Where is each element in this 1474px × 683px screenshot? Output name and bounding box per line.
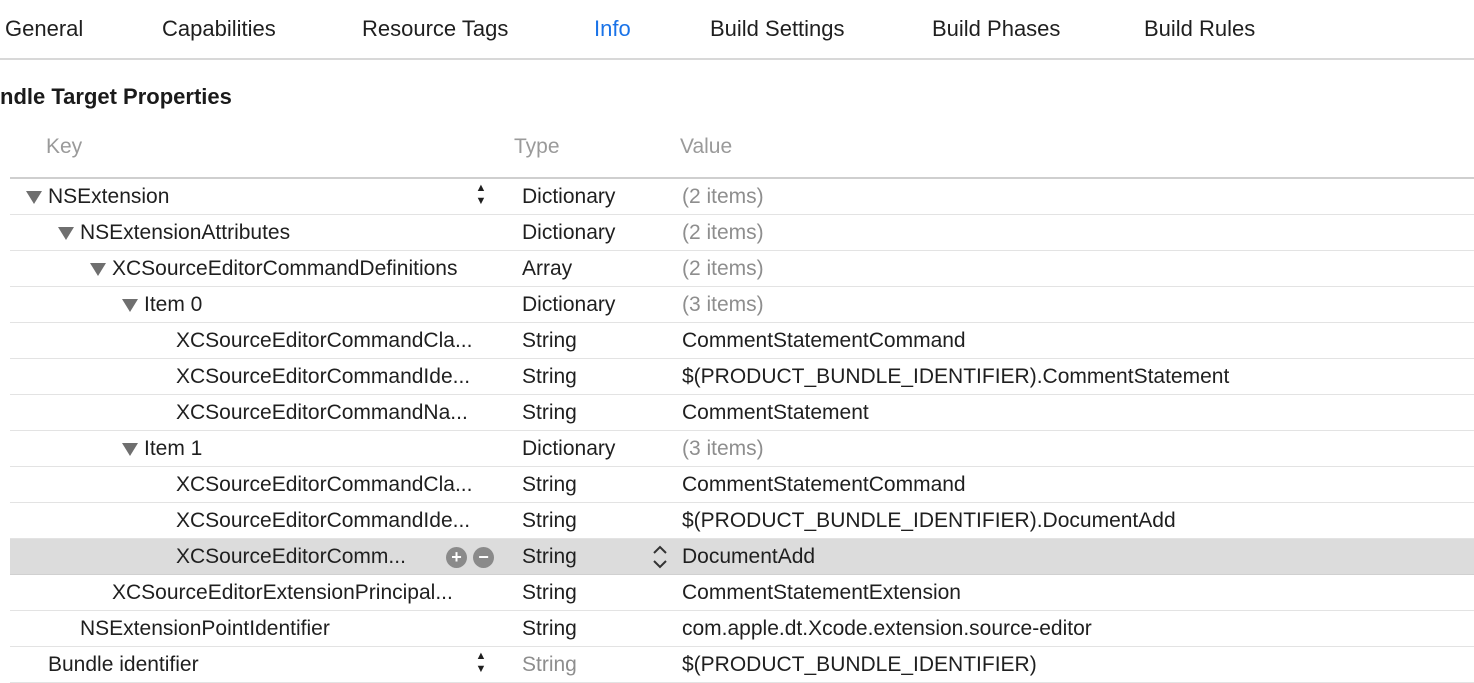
info-editor: General Capabilities Resource Tags Info … [0, 0, 1474, 683]
row-key: XCSourceEditorExtensionPrincipal... [112, 581, 453, 604]
row-value[interactable]: $(PRODUCT_BUNDLE_IDENTIFIER) [682, 647, 1462, 682]
tab-resource-tags[interactable]: Resource Tags [362, 14, 508, 44]
row-key: XCSourceEditorCommandIde... [176, 365, 471, 388]
table-row[interactable]: Item 0 Dictionary (3 items) [10, 287, 1474, 323]
table-row-selected[interactable]: XCSourceEditorComm... + − String Documen… [10, 539, 1474, 575]
row-value[interactable]: CommentStatementCommand [682, 323, 1462, 358]
column-header-key[interactable]: Key [46, 132, 82, 162]
table-row[interactable]: NSExtension ▲ ▼ Dictionary (2 items) [10, 179, 1474, 215]
row-key: XCSourceEditorCommandIde... [176, 509, 471, 532]
row-key: XCSourceEditorCommandCla... [176, 473, 473, 496]
remove-icon[interactable]: − [473, 547, 494, 568]
disclosure-triangle-icon[interactable] [58, 227, 74, 240]
row-value[interactable]: DocumentAdd [682, 539, 1462, 574]
table-row[interactable]: XCSourceEditorCommandIde... String $(PRO… [10, 359, 1474, 395]
disclosure-triangle-icon[interactable] [90, 263, 106, 276]
table-row[interactable]: XCSourceEditorCommandNa... String Commen… [10, 395, 1474, 431]
row-type[interactable]: Dictionary [522, 179, 662, 214]
row-key: NSExtension [48, 185, 170, 208]
disclosure-triangle-icon[interactable] [26, 191, 42, 204]
row-value: (2 items) [682, 257, 764, 280]
table-row[interactable]: XCSourceEditorCommandIde... String $(PRO… [10, 503, 1474, 539]
table-row[interactable]: XCSourceEditorCommandCla... String Comme… [10, 467, 1474, 503]
row-key: XCSourceEditorCommandDefinitions [112, 257, 458, 280]
row-key: Bundle identifier [48, 653, 199, 676]
row-key: XCSourceEditorCommandNa... [176, 401, 468, 424]
sort-stepper-icon[interactable]: ▲ ▼ [474, 182, 488, 212]
row-type: String [522, 653, 577, 676]
editor-tab-bar: General Capabilities Resource Tags Info … [0, 0, 1474, 60]
table-row[interactable]: NSExtensionAttributes Dictionary (2 item… [10, 215, 1474, 251]
row-key[interactable]: XCSourceEditorComm... [176, 539, 446, 574]
column-header-value[interactable]: Value [680, 132, 732, 162]
row-value[interactable]: $(PRODUCT_BUNDLE_IDENTIFIER).CommentStat… [682, 359, 1462, 394]
table-row[interactable]: Bundle identifier ▲ ▼ String $(PRODUCT_BU… [10, 647, 1474, 683]
row-key: Item 1 [144, 437, 203, 460]
property-list: NSExtension ▲ ▼ Dictionary (2 items) NSEx… [10, 179, 1474, 683]
row-type[interactable]: String [522, 395, 662, 430]
disclosure-triangle-icon[interactable] [122, 299, 138, 312]
row-value[interactable]: com.apple.dt.Xcode.extension.source-edit… [682, 611, 1462, 646]
row-type[interactable]: Array [522, 251, 662, 286]
row-type[interactable]: String [522, 503, 662, 538]
row-key: XCSourceEditorCommandCla... [176, 329, 473, 352]
tab-general[interactable]: General [5, 14, 83, 44]
table-row[interactable]: XCSourceEditorExtensionPrincipal... Stri… [10, 575, 1474, 611]
row-type[interactable]: Dictionary [522, 431, 662, 466]
chevron-up-down-icon[interactable] [650, 541, 670, 573]
section-title: ndle Target Properties [0, 84, 232, 109]
row-key: NSExtensionAttributes [80, 221, 291, 244]
row-value: (2 items) [682, 185, 764, 208]
row-value: (2 items) [682, 221, 764, 244]
tab-info[interactable]: Info [594, 14, 631, 44]
row-value: (3 items) [682, 293, 764, 316]
row-value: (3 items) [682, 437, 764, 460]
row-value[interactable]: CommentStatementExtension [682, 575, 1462, 610]
column-header-type[interactable]: Type [514, 132, 560, 162]
tab-capabilities[interactable]: Capabilities [162, 14, 276, 44]
row-key: NSExtensionPointIdentifier [80, 617, 330, 640]
row-value[interactable]: $(PRODUCT_BUNDLE_IDENTIFIER).DocumentAdd [682, 503, 1462, 538]
row-type[interactable]: String [522, 539, 662, 574]
tab-build-phases[interactable]: Build Phases [932, 14, 1060, 44]
table-row[interactable]: XCSourceEditorCommandDefinitions Array (… [10, 251, 1474, 287]
row-type[interactable]: String [522, 611, 662, 646]
row-type[interactable]: Dictionary [522, 287, 662, 322]
row-type[interactable]: String [522, 323, 662, 358]
row-type[interactable]: String [522, 467, 662, 502]
disclosure-triangle-icon[interactable] [122, 443, 138, 456]
tab-build-rules[interactable]: Build Rules [1144, 14, 1255, 44]
row-value[interactable]: CommentStatement [682, 395, 1462, 430]
row-type[interactable]: String [522, 359, 662, 394]
row-key: Item 0 [144, 293, 203, 316]
table-row[interactable]: XCSourceEditorCommandCla... String Comme… [10, 323, 1474, 359]
add-icon[interactable]: + [446, 547, 467, 568]
row-type[interactable]: Dictionary [522, 215, 662, 250]
table-row[interactable]: Item 1 Dictionary (3 items) [10, 431, 1474, 467]
tab-build-settings[interactable]: Build Settings [710, 14, 845, 44]
sort-stepper-icon[interactable]: ▲ ▼ [474, 650, 488, 680]
table-row[interactable]: NSExtensionPointIdentifier String com.ap… [10, 611, 1474, 647]
row-value[interactable]: CommentStatementCommand [682, 467, 1462, 502]
row-type[interactable]: String [522, 575, 662, 610]
